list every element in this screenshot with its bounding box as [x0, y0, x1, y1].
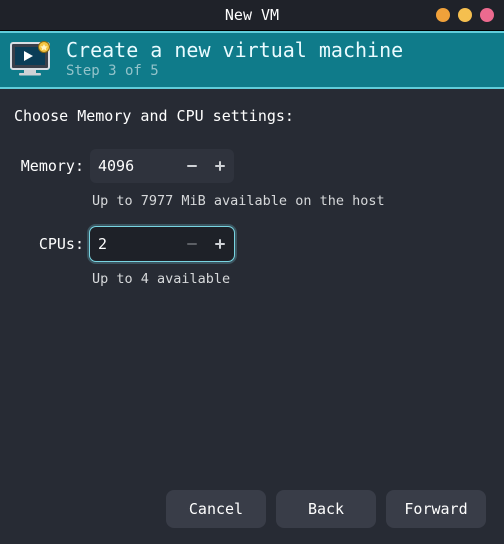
minus-icon: [185, 237, 199, 251]
cpus-stepper[interactable]: [90, 227, 234, 261]
cpus-label: CPUs:: [39, 235, 84, 253]
cpus-input[interactable]: [90, 235, 178, 253]
forward-button[interactable]: Forward: [386, 490, 486, 528]
section-heading: Choose Memory and CPU settings:: [14, 107, 490, 125]
memory-input[interactable]: [90, 157, 178, 175]
close-icon[interactable]: [480, 8, 494, 22]
wizard-footer: Cancel Back Forward: [14, 486, 490, 534]
cpus-increment-button[interactable]: [206, 227, 234, 261]
cpus-hint: Up to 4 available: [90, 265, 490, 301]
memory-increment-button[interactable]: [206, 149, 234, 183]
cpus-decrement-button[interactable]: [178, 227, 206, 261]
wizard-content: Choose Memory and CPU settings: Memory: …: [0, 89, 504, 544]
titlebar: New VM: [0, 0, 504, 31]
maximize-icon[interactable]: [458, 8, 472, 22]
vm-monitor-icon: [10, 40, 54, 78]
minus-icon: [185, 159, 199, 173]
wizard-title: Create a new virtual machine: [66, 39, 403, 61]
plus-icon: [213, 237, 227, 251]
memory-stepper[interactable]: [90, 149, 234, 183]
wizard-header: Create a new virtual machine Step 3 of 5: [0, 31, 504, 89]
window-controls: [436, 0, 494, 30]
plus-icon: [213, 159, 227, 173]
wizard-step: Step 3 of 5: [66, 63, 403, 79]
back-button[interactable]: Back: [276, 490, 376, 528]
minimize-icon[interactable]: [436, 8, 450, 22]
memory-hint: Up to 7977 MiB available on the host: [90, 187, 490, 223]
cancel-button[interactable]: Cancel: [166, 490, 266, 528]
settings-form: Memory: Up to 7977 MiB available on the …: [14, 149, 490, 301]
window-title: New VM: [225, 6, 279, 24]
memory-decrement-button[interactable]: [178, 149, 206, 183]
memory-label: Memory:: [21, 157, 84, 175]
